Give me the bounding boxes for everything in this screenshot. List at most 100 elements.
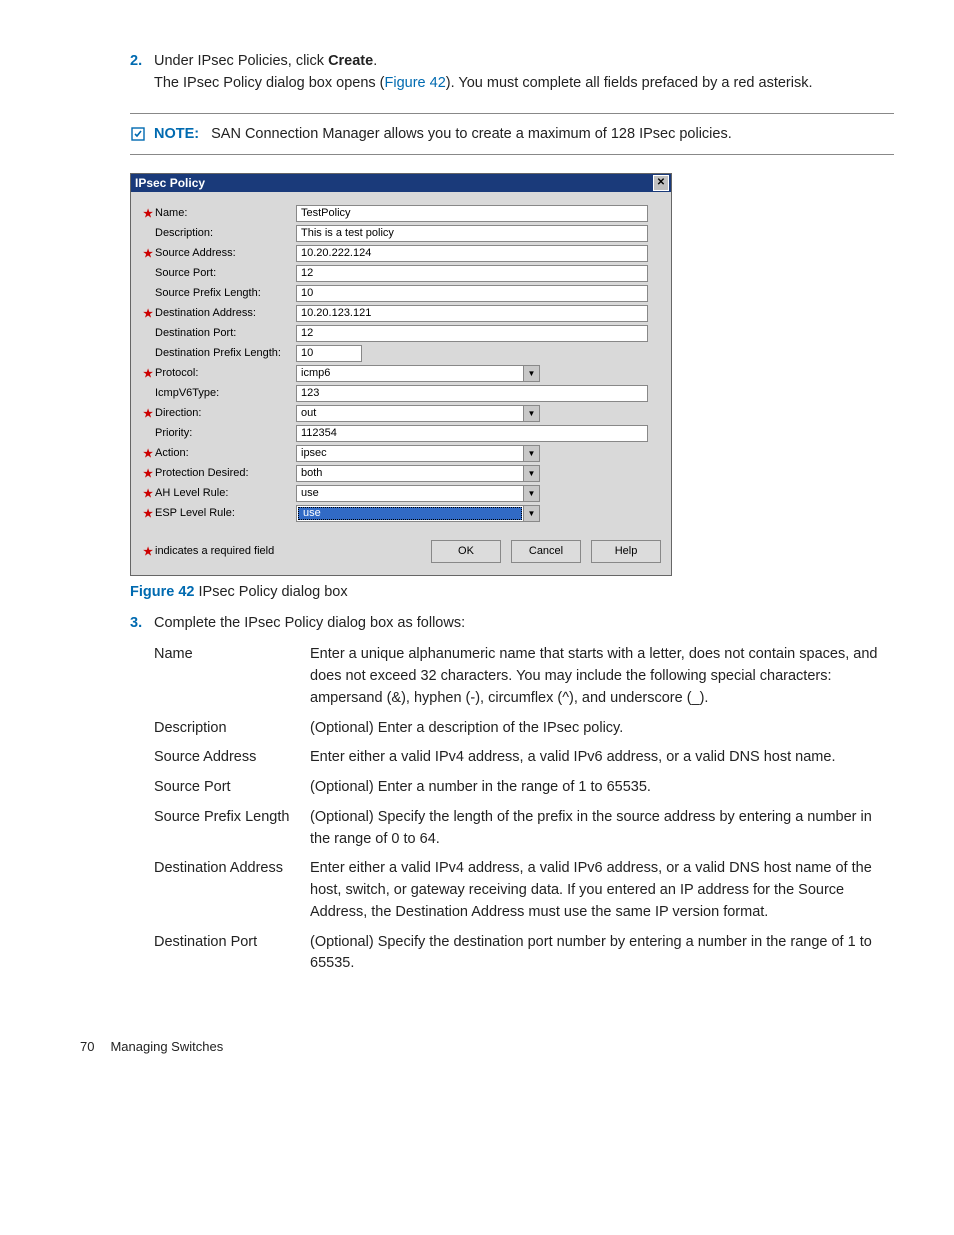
figure-link[interactable]: Figure 42 [385, 75, 446, 91]
text: Under IPsec Policies, click [154, 53, 328, 69]
field-label: Action: [155, 447, 189, 459]
ah-level-rule-select[interactable]: use▼ [296, 485, 540, 502]
destination-port-input[interactable] [296, 325, 648, 342]
required-icon: ★ [141, 507, 155, 520]
field-label: Description: [155, 227, 213, 239]
step-body: Complete the IPsec Policy dialog box as … [154, 612, 894, 634]
table-row: NameEnter a unique alphanumeric name tha… [154, 640, 894, 713]
term: Source Address [154, 743, 310, 773]
table-row: Source AddressEnter either a valid IPv4 … [154, 743, 894, 773]
help-button[interactable]: Help [591, 540, 661, 563]
field-label: AH Level Rule: [155, 487, 228, 499]
required-icon: ★ [141, 447, 155, 460]
protocol-select[interactable]: icmp6▼ [296, 365, 540, 382]
required-icon: ★ [141, 545, 155, 558]
required-icon: ★ [141, 207, 155, 220]
definition: (Optional) Specify the length of the pre… [310, 803, 894, 855]
page-number: 70 [80, 1039, 94, 1054]
action-select[interactable]: ipsec▼ [296, 445, 540, 462]
definition: (Optional) Enter a number in the range o… [310, 773, 894, 803]
field-label: Destination Port: [155, 327, 236, 339]
note-icon [130, 126, 146, 142]
term: Description [154, 714, 310, 744]
destination-prefix-input[interactable] [296, 345, 362, 362]
term: Destination Port [154, 928, 310, 980]
field-label: Protocol: [155, 367, 198, 379]
definition: Enter either a valid IPv4 address, a val… [310, 743, 894, 773]
required-icon: ★ [141, 367, 155, 380]
required-icon: ★ [141, 407, 155, 420]
priority-input[interactable] [296, 425, 648, 442]
required-icon: ★ [141, 487, 155, 500]
term: Source Prefix Length [154, 803, 310, 855]
term: Destination Address [154, 854, 310, 927]
dialog-titlebar: IPsec Policy ✕ [131, 174, 671, 192]
required-icon: ★ [141, 467, 155, 480]
term: Source Port [154, 773, 310, 803]
esp-level-rule-select[interactable]: use▼ [296, 505, 540, 522]
field-label: Source Address: [155, 247, 236, 259]
create-label: Create [328, 53, 373, 69]
description-input[interactable] [296, 225, 648, 242]
cancel-button[interactable]: Cancel [511, 540, 581, 563]
ok-button[interactable]: OK [431, 540, 501, 563]
note-text: SAN Connection Manager allows you to cre… [211, 126, 732, 142]
required-note: indicates a required field [155, 545, 274, 557]
direction-select[interactable]: out▼ [296, 405, 540, 422]
field-label: Name: [155, 207, 187, 219]
step-body: Under IPsec Policies, click Create. The … [154, 50, 894, 95]
figure-title: IPsec Policy dialog box [194, 584, 347, 600]
name-input[interactable] [296, 205, 648, 222]
field-label: Source Prefix Length: [155, 287, 261, 299]
note-label: NOTE: [154, 126, 199, 142]
step-3: 3. Complete the IPsec Policy dialog box … [130, 612, 894, 634]
text: . [373, 53, 377, 69]
destination-address-input[interactable] [296, 305, 648, 322]
field-label: ESP Level Rule: [155, 507, 235, 519]
step-number: 2. [130, 50, 154, 95]
source-prefix-input[interactable] [296, 285, 648, 302]
dialog-title: IPsec Policy [135, 176, 205, 190]
table-row: Source Prefix Length(Optional) Specify t… [154, 803, 894, 855]
source-address-input[interactable] [296, 245, 648, 262]
page-footer: 70 Managing Switches [80, 1039, 894, 1054]
protection-desired-select[interactable]: both▼ [296, 465, 540, 482]
required-icon: ★ [141, 307, 155, 320]
definition: (Optional) Enter a description of the IP… [310, 714, 894, 744]
chevron-down-icon: ▼ [523, 486, 539, 501]
definition: Enter a unique alphanumeric name that st… [310, 640, 894, 713]
chevron-down-icon: ▼ [523, 446, 539, 461]
close-button[interactable]: ✕ [653, 175, 669, 191]
field-label: Destination Prefix Length: [155, 347, 281, 359]
note-block: NOTE: SAN Connection Manager allows you … [130, 113, 894, 155]
section-title: Managing Switches [110, 1039, 223, 1054]
table-row: Destination Port(Optional) Specify the d… [154, 928, 894, 980]
step-2: 2. Under IPsec Policies, click Create. T… [130, 50, 894, 95]
chevron-down-icon: ▼ [523, 366, 539, 381]
close-icon: ✕ [657, 177, 665, 188]
text: ). You must complete all fields prefaced… [446, 75, 813, 91]
field-label: Direction: [155, 407, 201, 419]
field-label: Protection Desired: [155, 467, 249, 479]
table-row: Description(Optional) Enter a descriptio… [154, 714, 894, 744]
field-label: Destination Address: [155, 307, 256, 319]
chevron-down-icon: ▼ [523, 406, 539, 421]
icmpv6type-input[interactable] [296, 385, 648, 402]
definitions-table: NameEnter a unique alphanumeric name tha… [154, 640, 894, 979]
table-row: Destination AddressEnter either a valid … [154, 854, 894, 927]
figure-number: Figure 42 [130, 584, 194, 600]
field-label: Source Port: [155, 267, 216, 279]
definition: (Optional) Specify the destination port … [310, 928, 894, 980]
definition: Enter either a valid IPv4 address, a val… [310, 854, 894, 927]
figure-caption: Figure 42 IPsec Policy dialog box [130, 584, 894, 600]
table-row: Source Port(Optional) Enter a number in … [154, 773, 894, 803]
term: Name [154, 640, 310, 713]
field-label: IcmpV6Type: [155, 387, 219, 399]
field-label: Priority: [155, 427, 192, 439]
required-icon: ★ [141, 247, 155, 260]
step-number: 3. [130, 612, 154, 634]
chevron-down-icon: ▼ [523, 466, 539, 481]
text: The IPsec Policy dialog box opens ( [154, 75, 385, 91]
source-port-input[interactable] [296, 265, 648, 282]
ipsec-policy-dialog: IPsec Policy ✕ ★Name: Description: ★Sour… [130, 173, 672, 576]
